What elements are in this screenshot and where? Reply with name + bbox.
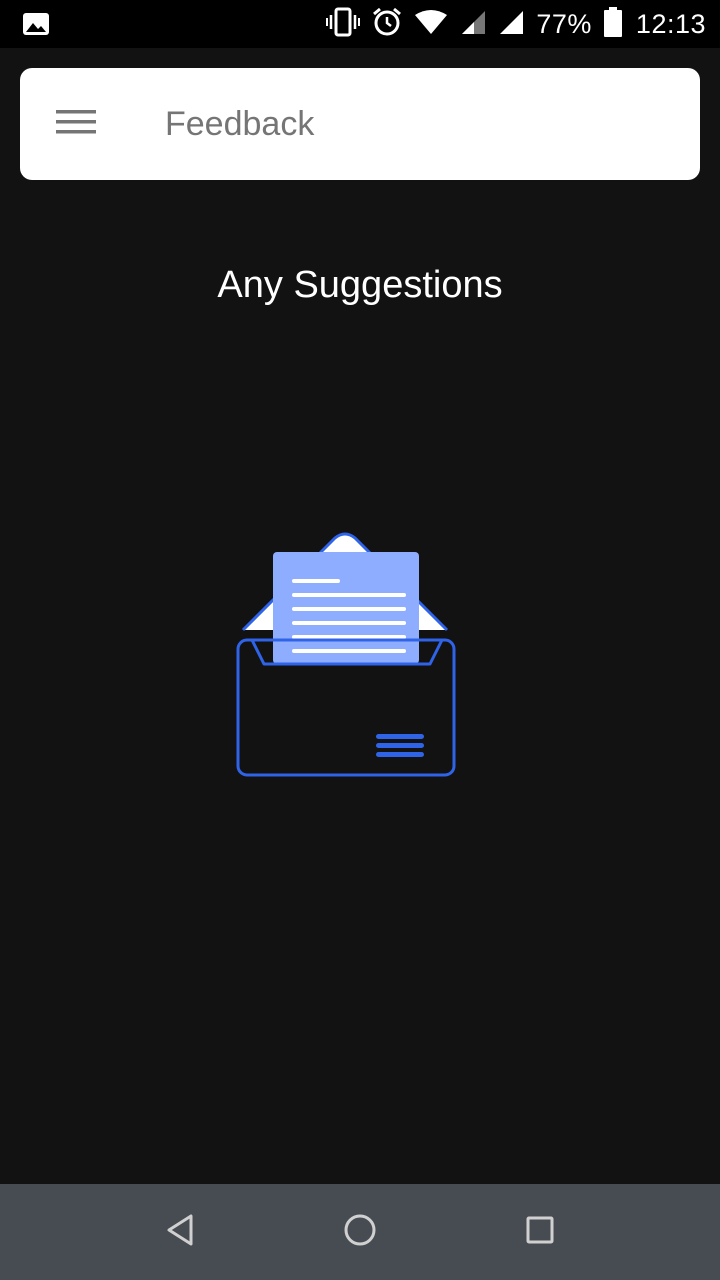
hamburger-menu-icon <box>56 108 96 141</box>
signal-icon <box>498 9 524 40</box>
status-bar: 77% 12:13 <box>0 0 720 48</box>
vibrate-icon <box>326 7 361 42</box>
recents-square-icon <box>525 1215 555 1250</box>
open-envelope-with-letter-icon <box>232 530 462 782</box>
page-heading: Any Suggestions <box>217 264 503 306</box>
app-bar-title: Feedback <box>165 105 315 143</box>
battery-icon <box>603 6 622 42</box>
wifi-icon <box>414 9 448 40</box>
signal-icon <box>460 9 486 40</box>
home-circle-icon <box>343 1213 377 1252</box>
menu-button[interactable] <box>46 94 106 154</box>
back-triangle-icon <box>165 1213 195 1252</box>
home-button[interactable] <box>330 1202 390 1262</box>
alarm-icon <box>372 7 402 42</box>
system-navigation-bar <box>0 1184 720 1280</box>
app-bar: Feedback <box>20 68 700 180</box>
back-button[interactable] <box>150 1202 210 1262</box>
status-icons: 77% 12:13 <box>326 0 706 48</box>
battery-percent: 77% <box>536 8 592 39</box>
recents-button[interactable] <box>510 1202 570 1262</box>
gallery-icon <box>22 12 50 36</box>
clock: 12:13 <box>635 8 706 39</box>
